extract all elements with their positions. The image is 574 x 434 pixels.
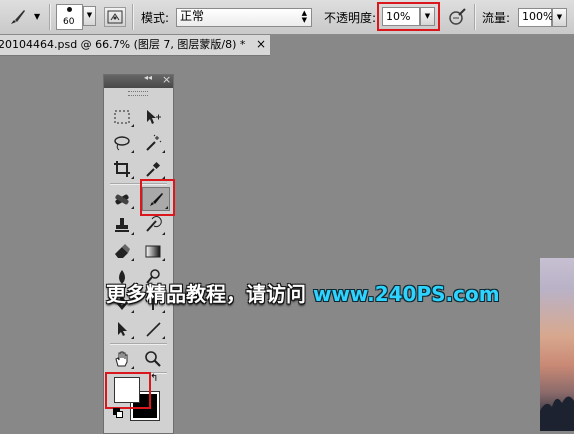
options-bar: ▼ 60 ▼ 模式: 正常 ▲ ▼ 不透明度: 10% ▼ 流量: 100% ▼ [0, 0, 574, 35]
flow-input[interactable]: 100% [518, 8, 554, 27]
watermark-chinese: 更多精品教程，请访问 [106, 282, 313, 306]
brush-size-picker[interactable]: 60 [56, 4, 83, 30]
separator [474, 4, 476, 30]
stamp-icon [115, 218, 129, 232]
eyedropper-icon [146, 161, 161, 177]
opacity-dropdown-button[interactable]: ▼ [420, 7, 435, 26]
opacity-label: 不透明度: [324, 11, 377, 25]
crop-icon [114, 161, 130, 177]
marquee-tool[interactable] [109, 106, 135, 128]
eyedropper-tool[interactable] [140, 158, 166, 180]
gradient-icon [145, 245, 161, 258]
blend-mode-select[interactable]: 正常 ▲ ▼ [176, 8, 312, 27]
arrow-cursor-icon [118, 322, 127, 336]
tree-silhouette [540, 396, 574, 431]
eraser-icon [115, 244, 130, 258]
document-title: 20104464.psd @ 66.7% (图层 7, 图层蒙版/8) * [0, 38, 246, 51]
bandage-icon [115, 194, 129, 205]
chevron-down-icon: ▼ [556, 13, 563, 21]
brush-size-dropdown-button[interactable]: ▼ [83, 6, 96, 26]
brush-tool[interactable] [142, 187, 170, 211]
zoom-tool[interactable] [140, 348, 166, 370]
separator [132, 4, 134, 30]
flow-label: 流量: [482, 11, 511, 25]
color-swatch-highlight [105, 372, 151, 409]
close-icon[interactable]: × [256, 35, 266, 54]
magnifier-icon [145, 351, 161, 367]
mode-label: 模式: [141, 11, 170, 25]
lasso-tool[interactable] [109, 132, 135, 154]
hand-tool[interactable] [109, 348, 135, 370]
crop-tool[interactable] [109, 158, 135, 180]
move-tool[interactable] [140, 106, 166, 128]
brush-panel-toggle-button[interactable] [104, 7, 126, 27]
document-tab[interactable]: 20104464.psd @ 66.7% (图层 7, 图层蒙版/8) * × [0, 35, 270, 56]
collapse-panel-icon[interactable]: ◂◂ [144, 73, 152, 82]
eraser-tool[interactable] [109, 240, 135, 262]
updown-arrows-icon: ▲ ▼ [301, 9, 307, 24]
line-icon [146, 322, 161, 337]
history-brush-icon [146, 216, 162, 232]
hand-icon [115, 351, 128, 367]
brush-tip-icon [67, 7, 72, 12]
canvas-image[interactable] [540, 258, 574, 431]
tablet-pressure-opacity-button[interactable] [447, 6, 469, 28]
opacity-value: 10% [386, 10, 411, 23]
airbrush-pen-icon [449, 8, 466, 25]
separator [49, 4, 51, 30]
swap-colors-icon[interactable]: ↰ [150, 373, 158, 384]
close-panel-icon[interactable]: × [162, 73, 171, 86]
gradient-tool[interactable] [140, 240, 166, 262]
move-icon [147, 110, 161, 124]
path-selection-tool[interactable] [109, 318, 135, 340]
default-colors-icon[interactable] [113, 408, 123, 418]
watermark-url: www.240PS.com [312, 282, 500, 306]
tools-panel: ◂◂ × ↰ [103, 73, 175, 434]
brush-panel-icon [107, 10, 123, 24]
blend-mode-value: 正常 [180, 9, 205, 23]
flow-dropdown-button[interactable]: ▼ [552, 8, 567, 27]
panel-grip[interactable] [128, 91, 148, 96]
clone-stamp-tool[interactable] [109, 214, 135, 236]
tool-divider [110, 343, 167, 345]
history-brush-tool[interactable] [140, 214, 166, 236]
magic-wand-icon [146, 134, 162, 151]
magic-wand-tool[interactable] [140, 132, 166, 154]
tool-preset-picker[interactable]: ▼ [6, 6, 44, 28]
brush-icon [8, 7, 28, 30]
flow-value: 100% [522, 10, 554, 23]
brush-icon [150, 193, 163, 206]
marquee-icon [114, 110, 130, 124]
tools-panel-header[interactable]: ◂◂ × [104, 73, 173, 88]
opacity-input[interactable]: 10% [382, 7, 420, 26]
line-tool[interactable] [140, 318, 166, 340]
chevron-down-icon: ▼ [86, 11, 93, 19]
chevron-down-icon: ▼ [34, 12, 41, 21]
watermark-text: 更多精品教程，请访问 www.240PS.com [106, 280, 500, 308]
brush-size-value: 60 [63, 17, 75, 27]
healing-brush-tool[interactable] [109, 188, 135, 210]
chevron-down-icon: ▼ [424, 12, 431, 20]
lasso-icon [114, 136, 130, 151]
